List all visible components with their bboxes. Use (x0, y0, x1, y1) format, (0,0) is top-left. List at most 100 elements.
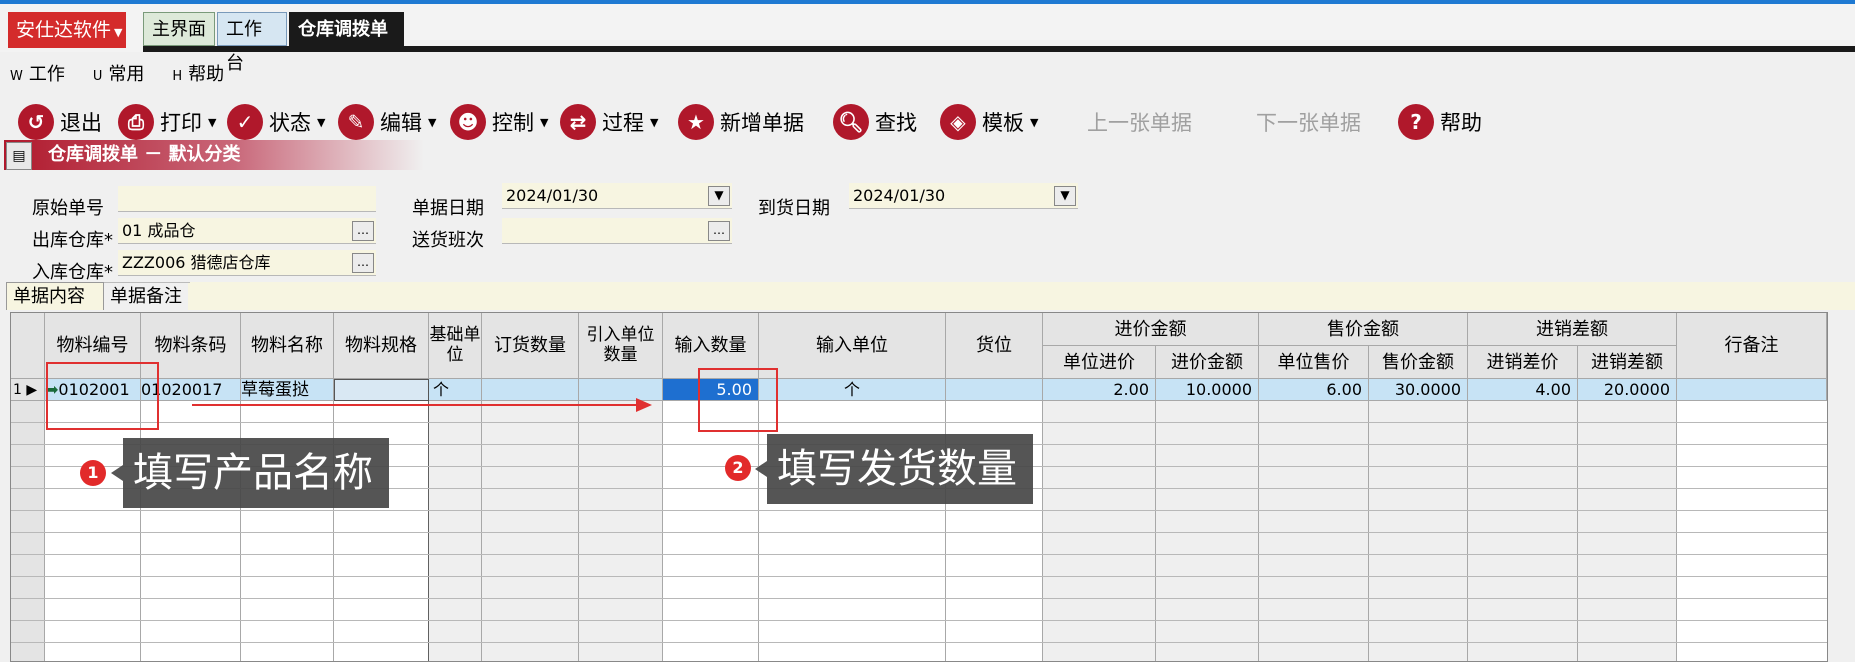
prev-doc-button[interactable]: 上一张单据 (1087, 102, 1192, 142)
tab-main[interactable]: 主界面 (143, 12, 215, 46)
orig-no-label: 原始单号 (32, 198, 104, 219)
col-header-diff-amount[interactable]: 进销差额 (1578, 346, 1677, 379)
next-doc-label: 下一张单据 (1256, 111, 1361, 135)
menu-work[interactable]: W 工作 (10, 64, 65, 85)
step1-callout: 填写产品名称 (111, 438, 389, 508)
control-button[interactable]: ☻ 控制 ▼ (450, 102, 548, 142)
header-bar: 安仕达软件 ▼ 主界面 工作台 仓库调拨单 (0, 4, 1855, 74)
menu-accel: H (172, 69, 183, 84)
user-icon: ☻ (450, 104, 486, 140)
cell-base-unit[interactable]: 个 (429, 379, 482, 401)
orig-no-field[interactable] (118, 186, 376, 212)
tab-warehouse-transfer[interactable]: 仓库调拨单 (289, 12, 404, 46)
col-header-buy-amount[interactable]: 进价金额 (1156, 346, 1259, 379)
cell-buy-amount[interactable]: 10.0000 (1156, 379, 1259, 401)
ellipsis-button[interactable]: … (352, 221, 374, 241)
cell-name[interactable]: 草莓蛋挞 (241, 379, 334, 401)
next-doc-button[interactable]: 下一张单据 (1256, 102, 1361, 142)
col-header-import-qty[interactable]: 引入单位数量 (579, 313, 663, 379)
subtab-strip (188, 282, 1855, 310)
edit-label: 编辑 (380, 111, 422, 135)
find-button[interactable]: 🔍︎ 查找 (833, 102, 917, 142)
cell-spec[interactable] (334, 379, 429, 401)
caret-down-icon: ▼ (317, 115, 326, 129)
col-header-spec[interactable]: 物料规格 (334, 313, 429, 379)
col-header-sell-unit[interactable]: 单位售价 (1259, 346, 1369, 379)
check-icon: ✓ (227, 104, 263, 140)
out-warehouse-field[interactable]: 01 成品仓 … (118, 218, 376, 244)
tab-doc-content[interactable]: 单据内容 (6, 282, 104, 310)
step2-callout: 填写发货数量 (755, 434, 1033, 504)
arrive-date-field[interactable]: 2024/01/30 ▼ (849, 183, 1078, 209)
caret-down-icon: ▼ (650, 115, 659, 129)
step1-badge: 1 (80, 460, 106, 486)
menu-accel: U (92, 69, 103, 84)
cycle-icon: ⇄ (560, 104, 596, 140)
status-label: 状态 (269, 111, 311, 135)
process-button[interactable]: ⇄ 过程 ▼ (560, 102, 658, 142)
help-button[interactable]: ? 帮助 (1398, 102, 1482, 142)
cell-order-qty[interactable] (482, 379, 579, 401)
row-header-corner (11, 313, 45, 379)
col-header-sell-amount[interactable]: 售价金额 (1369, 346, 1468, 379)
col-header-input-unit[interactable]: 输入单位 (759, 313, 946, 379)
highlight-qty-box (698, 368, 778, 432)
col-header-name[interactable]: 物料名称 (241, 313, 334, 379)
col-group-sell: 售价金额 (1259, 313, 1468, 346)
delivery-label: 送货班次 (412, 230, 484, 251)
print-button[interactable]: ⎙ 打印 ▼ (118, 102, 216, 142)
doc-date-value: 2024/01/30 (506, 186, 599, 205)
doc-date-field[interactable]: 2024/01/30 ▼ (502, 183, 732, 209)
menu-help[interactable]: H 帮助 (172, 64, 224, 85)
cell-diff-amount[interactable]: 20.0000 (1578, 379, 1677, 401)
cell-diff-unit[interactable]: 4.00 (1468, 379, 1578, 401)
arrowhead-icon (636, 398, 652, 412)
col-header-buy-unit[interactable]: 单位进价 (1043, 346, 1156, 379)
cell-location[interactable] (946, 379, 1043, 401)
ellipsis-button[interactable]: … (708, 221, 730, 241)
question-icon: ? (1398, 104, 1434, 140)
menu-label: 工作 (28, 64, 65, 85)
caret-down-icon: ▼ (540, 115, 549, 129)
process-label: 过程 (602, 111, 644, 135)
arrive-date-value: 2024/01/30 (853, 186, 946, 205)
menu-label: 常用 (108, 64, 145, 85)
new-doc-button[interactable]: ★ 新增单据 (678, 102, 804, 142)
cell-buy-unit[interactable]: 2.00 (1043, 379, 1156, 401)
col-group-diff: 进销差额 (1468, 313, 1677, 346)
cell-sell-amount[interactable]: 30.0000 (1369, 379, 1468, 401)
tabbar-underline (143, 46, 1855, 52)
menu-bar: W 工作 U 常用 H 帮助 (0, 60, 242, 90)
delivery-field[interactable]: … (502, 218, 732, 244)
col-header-base-unit[interactable]: 基础单位 (429, 313, 482, 379)
col-header-diff-unit[interactable]: 进销差价 (1468, 346, 1578, 379)
in-warehouse-field[interactable]: ZZZ006 猎德店仓库… (118, 250, 376, 276)
dropdown-button[interactable]: ▼ (708, 186, 730, 206)
exit-button[interactable]: ↺ 退出 (18, 102, 102, 142)
dropdown-button[interactable]: ▼ (1054, 186, 1076, 206)
row-indicator[interactable]: 1 ▶ (11, 379, 45, 401)
search-icon: 🔍︎ (833, 104, 869, 140)
tab-doc-remark[interactable]: 单据备注 (104, 282, 190, 310)
star-icon: ★ (678, 104, 714, 140)
col-header-remark[interactable]: 行备注 (1677, 313, 1827, 379)
out-warehouse-value: 01 成品仓 (122, 221, 196, 240)
caret-down-icon: ▼ (428, 115, 437, 129)
ellipsis-button[interactable]: … (352, 253, 374, 273)
col-header-location[interactable]: 货位 (946, 313, 1043, 379)
menu-accel: W (10, 69, 23, 84)
status-button[interactable]: ✓ 状态 ▼ (227, 102, 325, 142)
cell-sell-unit[interactable]: 6.00 (1259, 379, 1369, 401)
cell-remark[interactable] (1677, 379, 1827, 401)
menu-common[interactable]: U 常用 (93, 64, 145, 85)
cell-input-unit[interactable]: 个 (759, 379, 946, 401)
print-label: 打印 (160, 111, 202, 135)
caret-down-icon: ▼ (208, 115, 217, 129)
doc-date-label: 单据日期 (412, 198, 484, 219)
tab-workbench[interactable]: 工作台 (217, 12, 287, 74)
brand-menu-button[interactable]: 安仕达软件 ▼ (8, 12, 126, 48)
template-button[interactable]: ◈ 模板 ▼ (940, 102, 1038, 142)
menu-label: 帮助 (188, 64, 225, 85)
edit-button[interactable]: ✎ 编辑 ▼ (338, 102, 436, 142)
col-header-order-qty[interactable]: 订货数量 (482, 313, 579, 379)
